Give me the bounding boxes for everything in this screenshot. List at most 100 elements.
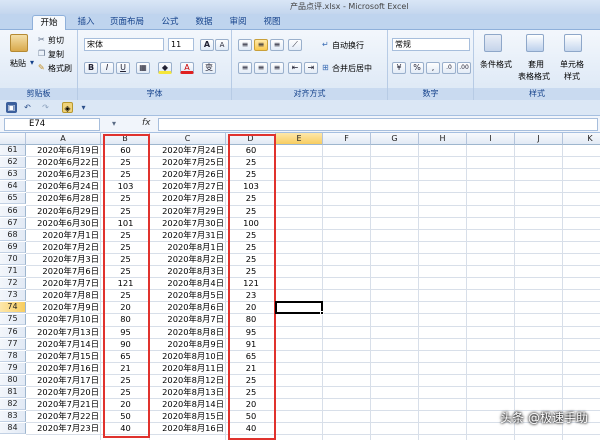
align-left-icon[interactable]: ≡ (238, 62, 252, 74)
italic-button[interactable]: I (100, 62, 114, 74)
select-all-corner[interactable] (0, 133, 26, 145)
cell-a-82[interactable]: 2020年7月21日 (26, 399, 101, 410)
increase-decimal-icon[interactable]: .0 (442, 62, 456, 74)
format-table-button[interactable]: 表格格式 (518, 71, 550, 82)
border-icon[interactable]: ▦ (136, 62, 150, 74)
align-top-icon[interactable]: ≡ (238, 39, 252, 51)
decrease-indent-icon[interactable]: ⇤ (288, 62, 302, 74)
tab-home[interactable]: 开始 (32, 15, 66, 30)
percent-button[interactable]: % (410, 62, 424, 74)
paste-icon[interactable] (10, 34, 28, 52)
row-header[interactable]: 74 (0, 302, 26, 314)
row-header[interactable]: 72 (0, 278, 26, 290)
row-header[interactable]: 70 (0, 253, 26, 265)
redo-icon[interactable]: ↷ (40, 102, 51, 113)
fx-icon[interactable]: fx (142, 118, 151, 128)
col-header-c[interactable]: C (150, 133, 226, 145)
fill-handle[interactable] (320, 311, 324, 316)
format-table-line1[interactable]: 套用 (528, 59, 544, 70)
cell-styles-line1[interactable]: 单元格 (560, 59, 584, 70)
cell-c-72[interactable]: 2020年8月4日 (150, 278, 226, 289)
row-header[interactable]: 79 (0, 362, 26, 374)
cell-a-83[interactable]: 2020年7月22日 (26, 411, 101, 422)
col-header-j[interactable]: J (515, 133, 563, 145)
cell-c-62[interactable]: 2020年7月25日 (150, 157, 226, 168)
cell-c-74[interactable]: 2020年8月6日 (150, 302, 226, 313)
cell-a-67[interactable]: 2020年6月30日 (26, 218, 101, 229)
cell-a-80[interactable]: 2020年7月17日 (26, 375, 101, 386)
fill-color-icon[interactable]: ◆ (158, 62, 172, 74)
align-middle-icon[interactable]: ≡ (254, 39, 268, 51)
col-header-k[interactable]: K (563, 133, 600, 145)
cell-a-65[interactable]: 2020年6月28日 (26, 193, 101, 204)
cell-c-61[interactable]: 2020年7月24日 (150, 145, 226, 156)
formula-input[interactable] (158, 118, 598, 131)
underline-button[interactable]: U (116, 62, 130, 74)
row-header[interactable]: 65 (0, 193, 26, 205)
merge-icon[interactable]: ⊞ (322, 63, 329, 72)
row-header[interactable]: 69 (0, 241, 26, 253)
tab-formulas[interactable]: 公式 (156, 15, 184, 30)
cell-styles-icon[interactable] (564, 34, 582, 52)
cell-c-67[interactable]: 2020年7月30日 (150, 218, 226, 229)
format-table-icon[interactable] (526, 34, 544, 52)
col-header-i[interactable]: I (467, 133, 515, 145)
col-header-g[interactable]: G (371, 133, 419, 145)
cell-c-71[interactable]: 2020年8月3日 (150, 266, 226, 277)
customize-qat-icon[interactable]: ▾ (78, 102, 89, 113)
cell-c-65[interactable]: 2020年7月28日 (150, 193, 226, 204)
row-header[interactable]: 68 (0, 229, 26, 241)
cell-c-79[interactable]: 2020年8月11日 (150, 363, 226, 374)
worksheet-grid[interactable]: A B C D E F G H I J K 61 2020年6月19日 60 2020年7月24日 60 62 2… (0, 133, 600, 440)
cell-c-82[interactable]: 2020年8月14日 (150, 399, 226, 410)
row-header[interactable]: 77 (0, 338, 26, 350)
cell-a-70[interactable]: 2020年7月3日 (26, 254, 101, 265)
phonetic-icon[interactable]: 变 (202, 62, 216, 74)
cell-a-78[interactable]: 2020年7月15日 (26, 351, 101, 362)
row-header[interactable]: 83 (0, 411, 26, 423)
cell-a-63[interactable]: 2020年6月23日 (26, 169, 101, 180)
row-header[interactable]: 71 (0, 266, 26, 277)
cell-c-83[interactable]: 2020年8月15日 (150, 411, 226, 422)
cell-c-73[interactable]: 2020年8月5日 (150, 290, 226, 301)
row-header[interactable]: 81 (0, 387, 26, 398)
undo-icon[interactable]: ↶ (22, 102, 33, 113)
row-header[interactable]: 80 (0, 374, 26, 386)
paste-dropdown-icon[interactable]: ▾ (30, 58, 34, 67)
cell-a-76[interactable]: 2020年7月13日 (26, 327, 101, 338)
tab-review[interactable]: 审阅 (224, 15, 252, 30)
cell-c-78[interactable]: 2020年8月10日 (150, 351, 226, 362)
cell-c-80[interactable]: 2020年8月12日 (150, 375, 226, 386)
align-bottom-icon[interactable]: ≡ (270, 39, 284, 51)
col-header-a[interactable]: A (26, 133, 101, 145)
cell-c-66[interactable]: 2020年7月29日 (150, 206, 226, 217)
name-box[interactable]: E74 (4, 118, 100, 131)
cell-a-66[interactable]: 2020年6月29日 (26, 206, 101, 217)
font-name-select[interactable]: 宋体 (84, 38, 164, 51)
tab-insert[interactable]: 插入 (72, 15, 100, 30)
col-header-e[interactable]: E (276, 133, 323, 145)
tab-page-layout[interactable]: 页面布局 (104, 15, 150, 30)
tab-view[interactable]: 视图 (258, 15, 286, 30)
row-header[interactable]: 62 (0, 157, 26, 169)
conditional-format-button[interactable]: 条件格式 (480, 59, 512, 70)
font-size-select[interactable]: 11 (168, 38, 194, 51)
row-header[interactable]: 76 (0, 326, 26, 338)
font-color-icon[interactable]: A (180, 62, 194, 74)
row-header[interactable]: 67 (0, 217, 26, 229)
cell-a-84[interactable]: 2020年7月23日 (26, 423, 101, 434)
align-right-icon[interactable]: ≡ (270, 62, 284, 74)
row-header[interactable]: 84 (0, 423, 26, 435)
cell-c-75[interactable]: 2020年8月7日 (150, 314, 226, 325)
row-header[interactable]: 78 (0, 350, 26, 362)
wrap-text-button[interactable]: 自动换行 (332, 40, 364, 51)
increase-indent-icon[interactable]: ⇥ (304, 62, 318, 74)
bold-button[interactable]: B (84, 62, 98, 74)
conditional-format-icon[interactable] (484, 34, 502, 52)
save-icon[interactable]: ▣ (6, 102, 17, 113)
paste-button[interactable]: 粘贴 (10, 58, 26, 69)
cell-a-69[interactable]: 2020年7月2日 (26, 242, 101, 253)
tab-data[interactable]: 数据 (190, 15, 218, 30)
row-header[interactable]: 75 (0, 314, 26, 326)
grow-font-icon[interactable]: A (200, 39, 214, 51)
